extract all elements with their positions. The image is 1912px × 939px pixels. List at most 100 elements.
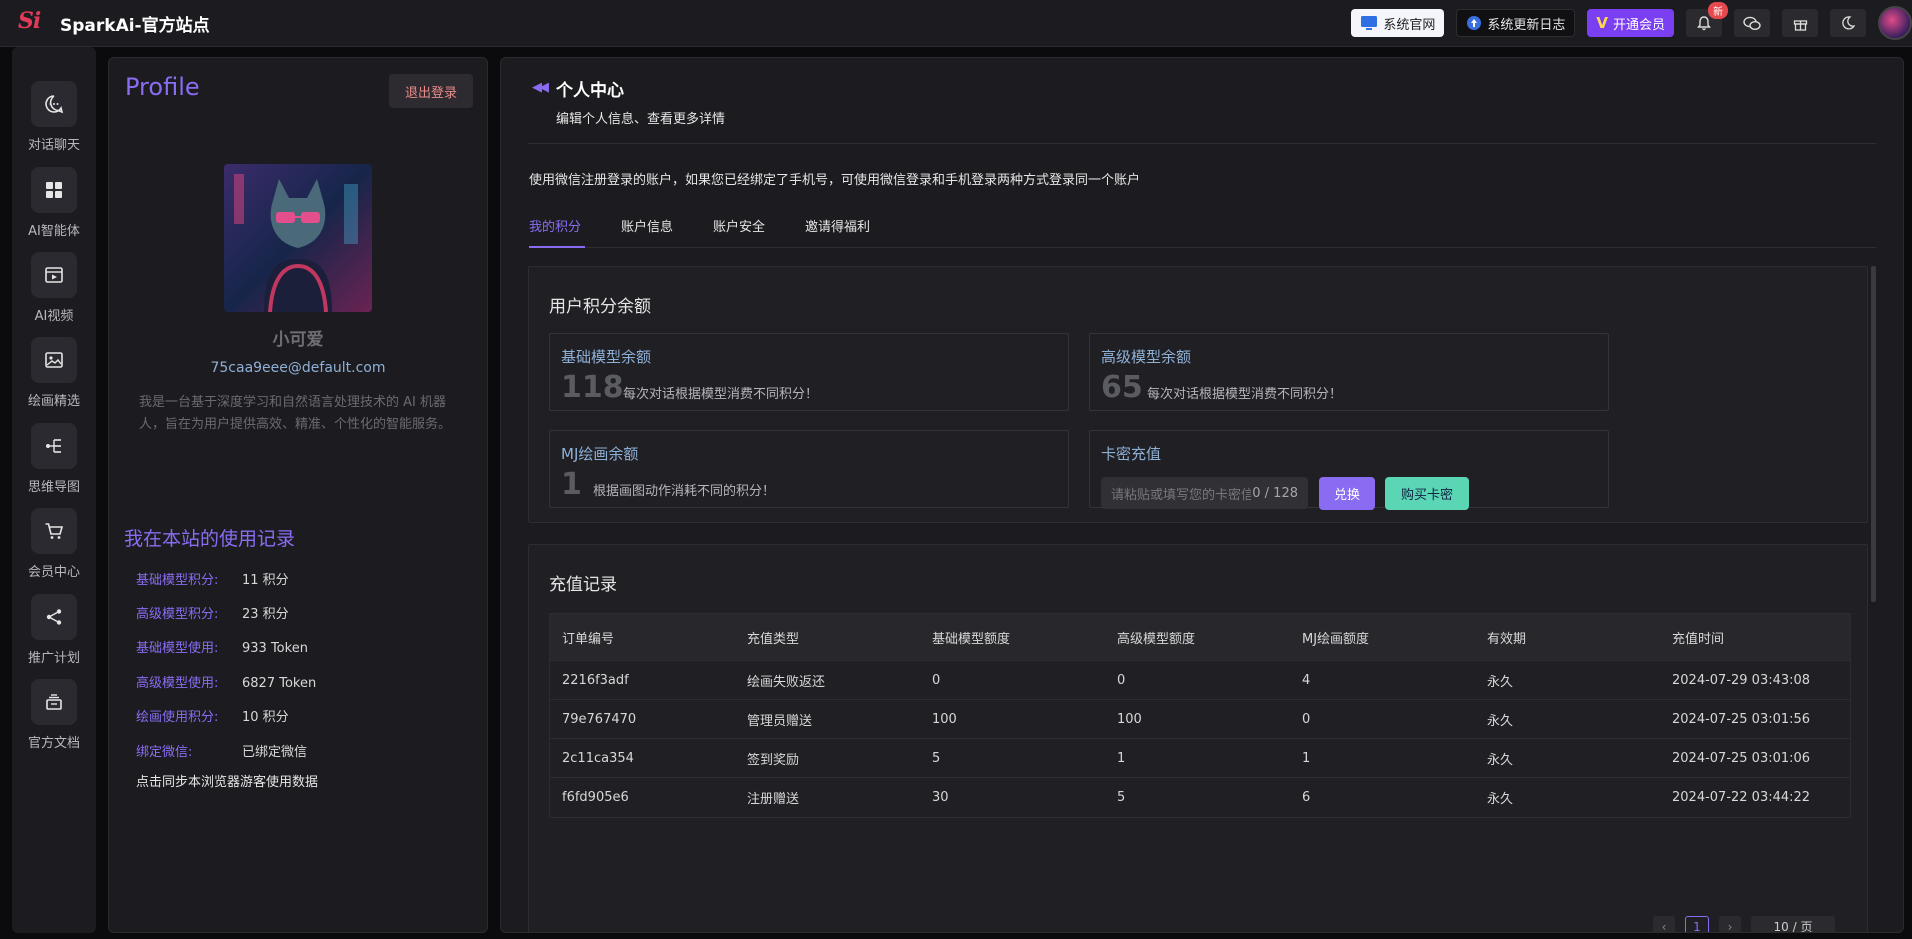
usage-key: 基础模型使用:	[136, 641, 219, 656]
usage-key: 基础模型积分:	[136, 573, 219, 588]
profile-panel: Profile 退出登录 小可爱 75caa9eee@default.com 我…	[108, 57, 488, 933]
table-cell: 4	[1302, 672, 1311, 688]
page-number-current[interactable]: 1	[1685, 916, 1709, 932]
exchange-button[interactable]: 兑换	[1319, 477, 1375, 510]
next-page-button[interactable]: ›	[1719, 916, 1741, 932]
nav-label-chat: 对话聊天	[27, 138, 80, 153]
left-nav: 对话聊天 AI智能体 AI视频 绘画精选 思维导图 会员中心 推广计划 官方文档	[12, 47, 96, 933]
table-cell: 0	[932, 672, 941, 688]
balance-value: 65	[1101, 370, 1143, 405]
scrollbar[interactable]	[1871, 266, 1876, 602]
buy-card-button[interactable]: 购买卡密	[1385, 477, 1469, 510]
back-arrow-icon[interactable]: ◀◀	[532, 80, 549, 95]
table-header-cell: 基础模型额度	[932, 631, 1011, 647]
table-cell: 5	[932, 750, 941, 766]
table-header-row: 订单编号 充值类型 基础模型额度 高级模型额度 MJ绘画额度 有效期 充值时间	[550, 614, 1850, 661]
card-recharge-title: 卡密充值	[1101, 445, 1162, 463]
table-header-cell: 充值类型	[747, 631, 800, 647]
usage-value: 已绑定微信	[242, 745, 308, 760]
table-cell: 2024-07-25 03:01:06	[1672, 750, 1811, 766]
table-header-cell: 有效期	[1487, 631, 1527, 647]
balance-label: MJ绘画余额	[561, 445, 639, 463]
profile-avatar[interactable]	[224, 164, 372, 312]
records-table: 订单编号 充值类型 基础模型额度 高级模型额度 MJ绘画额度 有效期 充值时间 …	[549, 613, 1851, 818]
official-site-label: 系统官网	[1383, 17, 1436, 33]
sync-guest-data-link[interactable]: 点击同步本浏览器游客使用数据	[136, 771, 318, 790]
nav-item-referral[interactable]: 推广计划	[12, 594, 96, 666]
tab-account-info[interactable]: 账户信息	[621, 216, 673, 235]
nav-label-referral: 推广计划	[27, 651, 80, 666]
video-icon	[31, 252, 77, 298]
theme-toggle-button[interactable]	[1830, 9, 1866, 37]
gift-button[interactable]	[1782, 9, 1818, 37]
usage-value: 11 积分	[242, 573, 289, 588]
usage-row: 绑定微信: 已绑定微信	[136, 741, 307, 760]
profile-email: 75caa9eee@default.com	[210, 360, 386, 376]
table-cell: 永久	[1487, 713, 1514, 729]
user-avatar[interactable]	[1878, 6, 1912, 40]
usage-row: 基础模型使用: 933 Token	[136, 637, 308, 656]
vip-label: 开通会员	[1612, 17, 1665, 33]
mindmap-icon	[31, 423, 77, 469]
advanced-model-balance: 高级模型余额 65 每次对话根据模型消费不同积分！	[1089, 333, 1609, 411]
app-title: SparkAi-官方站点	[60, 15, 210, 36]
tabs: 我的积分 账户信息 账户安全 邀请得福利	[529, 208, 1876, 248]
page-subtitle: 编辑个人信息、查看更多详情	[556, 112, 726, 127]
table-cell: 100	[1117, 711, 1142, 727]
table-cell: 绘画失败返还	[747, 674, 826, 690]
table-row: 2216f3adf 绘画失败返还 0 0 4 永久 2024-07-29 03:…	[550, 661, 1850, 700]
records-title: 充值记录	[549, 575, 617, 595]
bell-icon	[1697, 15, 1711, 30]
update-log-label: 系统更新日志	[1487, 17, 1566, 33]
table-cell: 79e767470	[562, 711, 637, 727]
nav-item-video[interactable]: AI视频	[12, 252, 96, 324]
nav-item-docs[interactable]: 官方文档	[12, 679, 96, 751]
app-logo[interactable]: Si	[18, 8, 48, 38]
tab-invite-rewards[interactable]: 邀请得福利	[805, 216, 870, 235]
table-cell: 30	[932, 790, 949, 805]
table-cell: 签到奖励	[747, 752, 800, 768]
account-notice: 使用微信注册登录的账户，如果您已经绑定了手机号，可使用微信登录和手机登录两种方式…	[529, 173, 1141, 188]
card-code-input[interactable]: 请粘贴或填写您的卡密信息 0 / 128	[1101, 477, 1308, 509]
top-right-actions: 系统官网 系统更新日志 V 开通会员 新	[1339, 2, 1912, 40]
gift-icon	[1793, 19, 1807, 31]
logout-button[interactable]: 退出登录	[389, 74, 473, 108]
table-cell: 永久	[1487, 752, 1514, 768]
official-site-button[interactable]: 系统官网	[1351, 9, 1445, 37]
tab-my-points[interactable]: 我的积分	[529, 216, 581, 235]
balance-desc: 根据画图动作消耗不同的积分！	[593, 484, 776, 499]
nav-item-mindmap[interactable]: 思维导图	[12, 423, 96, 495]
update-log-button[interactable]: 系统更新日志	[1456, 9, 1576, 37]
usage-value: 6827 Token	[242, 676, 317, 691]
usage-key: 高级模型积分:	[136, 607, 219, 622]
table-row: 2c11ca354 签到奖励 5 1 1 永久 2024-07-25 03:01…	[550, 739, 1850, 778]
table-header-cell: 充值时间	[1672, 631, 1725, 647]
prev-page-button[interactable]: ‹	[1653, 916, 1675, 932]
nav-label-video: AI视频	[34, 309, 74, 324]
nav-item-gallery[interactable]: 绘画精选	[12, 337, 96, 409]
table-cell: f6fd905e6	[562, 790, 629, 805]
usage-key: 绑定微信:	[136, 745, 193, 760]
profile-name: 小可爱	[272, 330, 324, 350]
tab-account-security[interactable]: 账户安全	[713, 216, 765, 235]
balance-value: 1	[561, 467, 582, 502]
nav-item-membership[interactable]: 会员中心	[12, 508, 96, 580]
table-cell: 永久	[1487, 792, 1514, 807]
monitor-icon	[1361, 16, 1378, 30]
nav-item-chat[interactable]: 对话聊天	[12, 81, 96, 153]
header-divider	[528, 143, 1876, 144]
usage-row: 高级模型积分: 23 积分	[136, 603, 289, 622]
wechat-button[interactable]	[1734, 9, 1770, 37]
balance-label: 基础模型余额	[561, 348, 652, 366]
table-cell: 2024-07-29 03:43:08	[1672, 672, 1811, 688]
notification-button[interactable]: 新	[1686, 2, 1728, 37]
table-row: 79e767470 管理员赠送 100 100 0 永久 2024-07-25 …	[550, 700, 1850, 739]
page-size-select[interactable]: 10 / 页	[1751, 916, 1835, 932]
balance-card: 用户积分余额 基础模型余额 118 每次对话根据模型消费不同积分！ 高级模型余额…	[528, 266, 1868, 523]
table-cell: 100	[932, 711, 957, 727]
content-scroll-area[interactable]: 用户积分余额 基础模型余额 118 每次对话根据模型消费不同积分！ 高级模型余额…	[528, 266, 1876, 932]
vip-button[interactable]: V 开通会员	[1587, 9, 1674, 37]
nav-item-agents[interactable]: AI智能体	[12, 167, 96, 239]
table-cell: 永久	[1487, 674, 1514, 690]
balance-desc: 每次对话根据模型消费不同积分！	[1147, 387, 1343, 402]
